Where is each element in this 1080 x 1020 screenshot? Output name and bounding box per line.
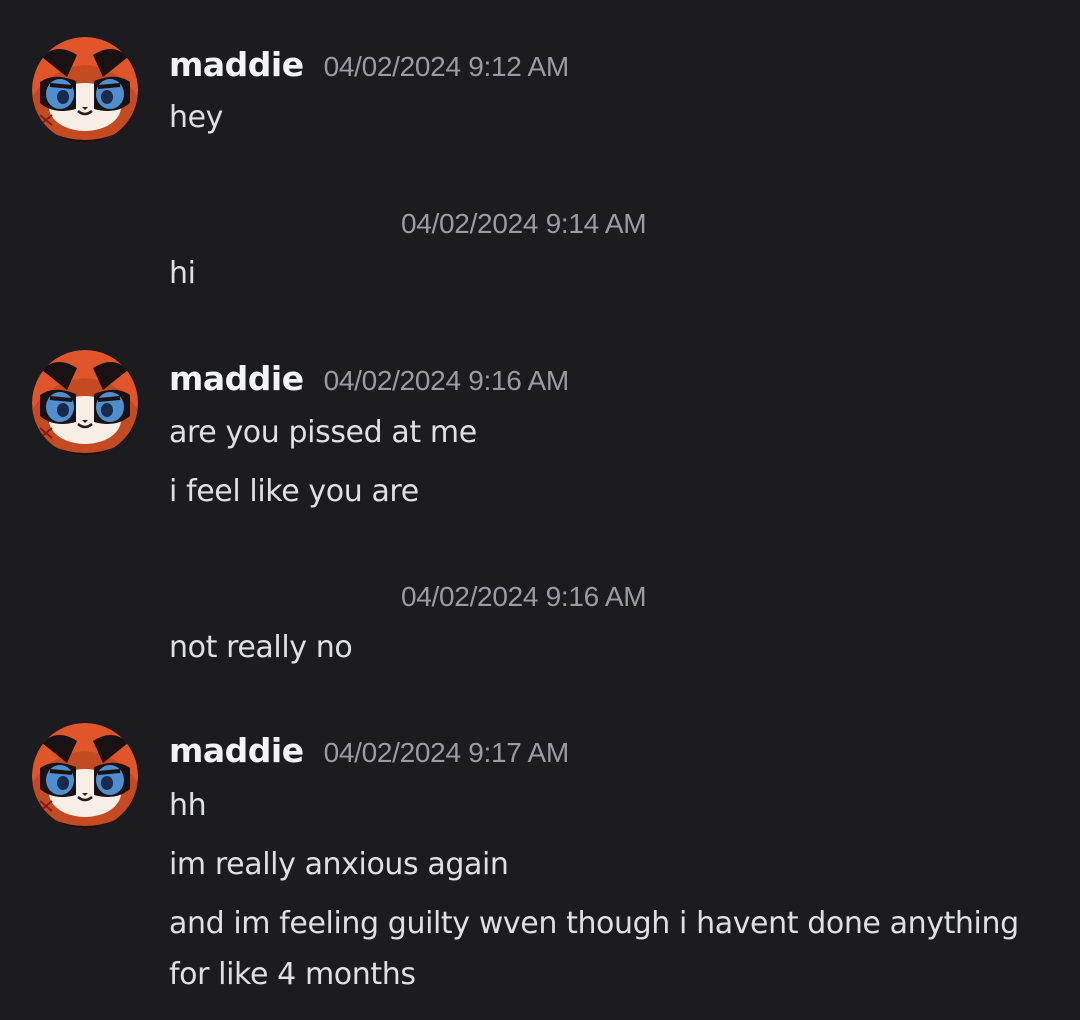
red-panda-avatar-icon <box>32 723 138 829</box>
message-text: not really no <box>169 630 353 665</box>
message-text: and im feeling guilty wven though i have… <box>169 906 1019 941</box>
message-header: maddie 04/02/2024 9:17 AM <box>169 731 569 779</box>
username[interactable]: maddie <box>169 45 304 84</box>
message-text: hh <box>169 788 207 823</box>
red-panda-avatar-icon <box>32 37 138 143</box>
avatar[interactable] <box>32 37 138 143</box>
avatar[interactable] <box>32 350 138 456</box>
message-text: are you pissed at me <box>169 415 477 450</box>
message-timestamp: 04/02/2024 9:16 AM <box>323 365 570 396</box>
avatar[interactable] <box>32 723 138 829</box>
message-header: maddie 04/02/2024 9:12 AM <box>169 45 569 93</box>
message-timestamp: 04/02/2024 9:16 AM <box>401 581 647 612</box>
message-text: im really anxious again <box>169 847 509 882</box>
message-text: hi <box>169 256 196 291</box>
message-text: hey <box>169 100 224 135</box>
message-header: maddie 04/02/2024 9:16 AM <box>169 359 569 407</box>
message-timestamp: 04/02/2024 9:17 AM <box>323 737 570 768</box>
message-text: i feel like you are <box>169 474 419 509</box>
username[interactable]: maddie <box>169 359 304 398</box>
message-timestamp: 04/02/2024 9:12 AM <box>323 51 570 82</box>
message-text: for like 4 months <box>169 957 416 992</box>
message-timestamp: 04/02/2024 9:14 AM <box>401 208 647 239</box>
red-panda-avatar-icon <box>32 350 138 456</box>
username[interactable]: maddie <box>169 731 304 770</box>
